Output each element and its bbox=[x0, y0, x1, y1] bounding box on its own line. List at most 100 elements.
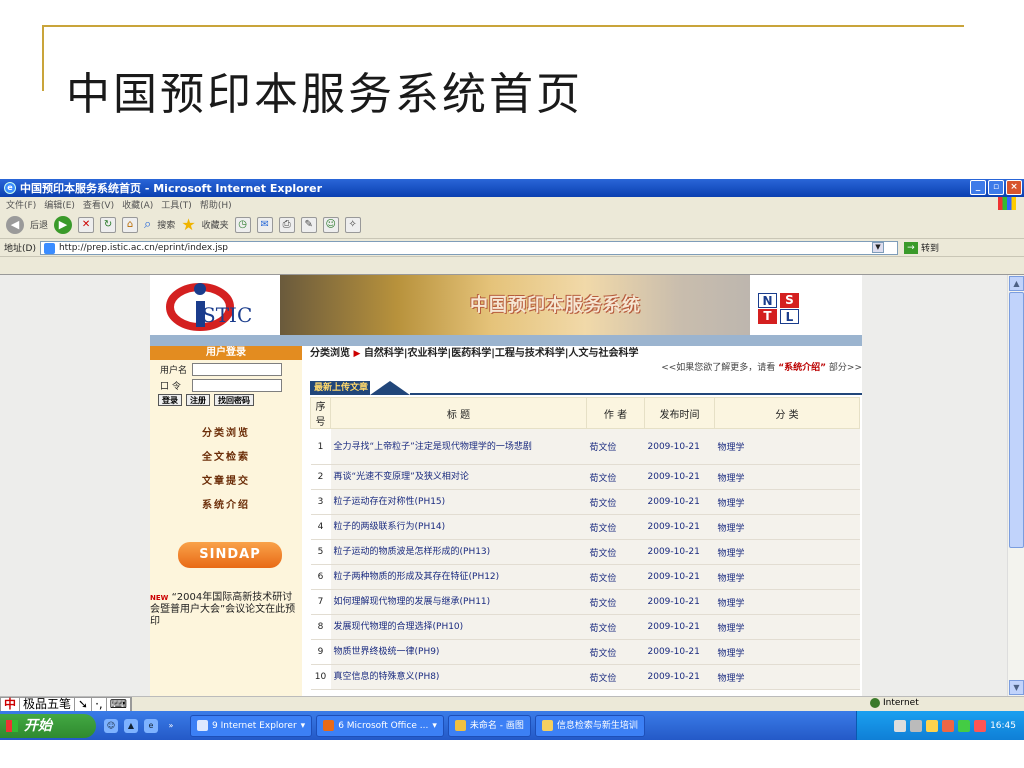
table-row[interactable]: 7 如何理解现代物理的发展与继承(PH11) 荀文俭 2009-10-21 物理学 bbox=[310, 589, 860, 615]
table-row[interactable]: 10 真空信息的特殊意义(PH8) 荀文俭 2009-10-21 物理学 bbox=[310, 664, 860, 690]
category-links[interactable]: 自然科学|农业科学|医药科学|工程与技术科学|人文与社会科学 bbox=[364, 348, 639, 359]
row-category[interactable]: 物理学 bbox=[714, 639, 860, 665]
table-row[interactable]: 6 粒子两种物质的形成及其存在特征(PH12) 荀文俭 2009-10-21 物理学 bbox=[310, 564, 860, 590]
row-author[interactable]: 荀文俭 bbox=[586, 564, 645, 590]
table-row[interactable]: 5 粒子运动的物质波是怎样形成的(PH13) 荀文俭 2009-10-21 物理学 bbox=[310, 539, 860, 565]
quicklaunch-user-icon[interactable]: ☺ bbox=[104, 718, 118, 733]
menu-file[interactable]: 文件(F) bbox=[6, 198, 36, 211]
ime-name[interactable]: 极品五笔 bbox=[20, 697, 76, 711]
vertical-scrollbar[interactable]: ▲ ▼ bbox=[1007, 275, 1024, 696]
menu-view[interactable]: 查看(V) bbox=[83, 198, 114, 211]
task-ie[interactable]: 9 Internet Explorer ▾ bbox=[190, 714, 313, 737]
row-author[interactable]: 荀文俭 bbox=[586, 639, 645, 665]
close-button[interactable]: × bbox=[1006, 180, 1022, 195]
row-category[interactable]: 物理学 bbox=[714, 428, 860, 465]
forward-icon[interactable]: ▶ bbox=[54, 215, 73, 234]
scroll-thumb[interactable] bbox=[1009, 292, 1024, 548]
row-title-link[interactable]: 粒子运动存在对称性(PH15) bbox=[330, 489, 587, 515]
row-author[interactable]: 荀文俭 bbox=[586, 589, 645, 615]
row-title-link[interactable]: 真空信息的特殊意义(PH8) bbox=[330, 664, 587, 690]
edit-icon[interactable]: ✎ bbox=[300, 216, 317, 233]
row-author[interactable]: 荀文俭 bbox=[586, 514, 645, 540]
recover-password-button[interactable]: 找回密码 bbox=[214, 394, 254, 406]
sindap-button[interactable]: SINDAP bbox=[178, 542, 282, 568]
search-icon[interactable]: ⌕ bbox=[144, 217, 151, 232]
network-tray-icon[interactable] bbox=[926, 719, 939, 732]
history-icon[interactable]: ◷ bbox=[234, 216, 251, 233]
back-icon[interactable]: ◀ bbox=[6, 215, 24, 234]
scroll-up-icon[interactable]: ▲ bbox=[1009, 276, 1024, 291]
table-row[interactable]: 2 再谈“光速不变原理”及狭义相对论 荀文俭 2009-10-21 物理学 bbox=[310, 464, 860, 490]
start-button[interactable]: 开始 bbox=[0, 713, 96, 738]
quicklaunch-ie-icon[interactable]: e bbox=[144, 718, 158, 733]
home-icon[interactable]: ⌂ bbox=[122, 216, 139, 233]
search-label[interactable]: 搜索 bbox=[157, 218, 175, 231]
messenger-icon[interactable]: ☺ bbox=[322, 216, 339, 233]
row-title-link[interactable]: 全力寻找“上帝粒子”注定是现代物理学的一场悲剧 bbox=[330, 428, 587, 465]
nav-system-intro[interactable]: 系统介绍 bbox=[150, 494, 302, 518]
menu-tools[interactable]: 工具(T) bbox=[161, 198, 192, 211]
row-category[interactable]: 物理学 bbox=[714, 664, 860, 690]
row-title-link[interactable]: 粒子运动的物质波是怎样形成的(PH13) bbox=[330, 539, 587, 565]
row-category[interactable]: 物理学 bbox=[714, 514, 860, 540]
password-input[interactable] bbox=[192, 378, 282, 392]
ime-toolbar[interactable]: 中 极品五笔 ➘ ·, ⌨ bbox=[0, 696, 133, 712]
row-author[interactable]: 荀文俭 bbox=[586, 464, 645, 490]
quicklaunch-more-icon[interactable]: » bbox=[164, 719, 178, 733]
system-intro-link[interactable]: “系统介绍” bbox=[778, 363, 826, 373]
scroll-down-icon[interactable]: ▼ bbox=[1009, 680, 1024, 695]
row-author[interactable]: 荀文俭 bbox=[586, 539, 645, 565]
row-category[interactable]: 物理学 bbox=[714, 614, 860, 640]
row-title-link[interactable]: 粒子的两级联系行为(PH14) bbox=[330, 514, 587, 540]
row-title-link[interactable]: 如何理解现代物理的发展与继承(PH11) bbox=[330, 589, 587, 615]
table-row[interactable]: 8 发展现代物理的合理选择(PH10) 荀文俭 2009-10-21 物理学 bbox=[310, 614, 860, 640]
messenger-tray-icon[interactable] bbox=[942, 719, 955, 732]
quicklaunch-triangle-icon[interactable]: ▲ bbox=[124, 718, 138, 733]
row-category[interactable]: 物理学 bbox=[714, 564, 860, 590]
row-title-link[interactable]: 物质世界终极统一律(PH9) bbox=[330, 639, 587, 665]
row-author[interactable]: 荀文俭 bbox=[586, 614, 645, 640]
task-office[interactable]: 6 Microsoft Office ... ▾ bbox=[316, 714, 444, 737]
row-author[interactable]: 荀文俭 bbox=[586, 428, 645, 465]
favorites-icon[interactable]: ★ bbox=[181, 215, 195, 234]
nav-submit-article[interactable]: 文章提交 bbox=[150, 470, 302, 494]
task-folder[interactable]: 信息检索与新生培训 bbox=[534, 714, 645, 737]
maximize-button[interactable]: ▫ bbox=[988, 180, 1004, 195]
menu-favorites[interactable]: 收藏(A) bbox=[122, 198, 153, 211]
ime-keyboard-icon[interactable]: ⌨ bbox=[107, 697, 132, 711]
volume-tray-icon[interactable] bbox=[910, 719, 923, 732]
refresh-icon[interactable]: ↻ bbox=[100, 216, 117, 233]
favorites-label[interactable]: 收藏夹 bbox=[202, 218, 229, 231]
nav-fulltext-search[interactable]: 全文检索 bbox=[150, 446, 302, 470]
table-row[interactable]: 9 物质世界终极统一律(PH9) 荀文俭 2009-10-21 物理学 bbox=[310, 639, 860, 665]
keyboard-tray-icon[interactable] bbox=[894, 719, 907, 732]
print-icon[interactable]: ⎙ bbox=[278, 216, 295, 233]
ime-fullwidth-icon[interactable]: ➘ bbox=[75, 697, 93, 711]
row-category[interactable]: 物理学 bbox=[714, 464, 860, 490]
row-category[interactable]: 物理学 bbox=[714, 539, 860, 565]
address-dropdown-icon[interactable]: ▼ bbox=[872, 242, 884, 253]
table-row[interactable]: 1 全力寻找“上帝粒子”注定是现代物理学的一场悲剧 荀文俭 2009-10-21 物理学 bbox=[310, 428, 860, 465]
row-title-link[interactable]: 再谈“光速不变原理”及狭义相对论 bbox=[330, 464, 587, 490]
mail-icon[interactable]: ✉ bbox=[256, 216, 273, 233]
register-button[interactable]: 注册 bbox=[186, 394, 210, 406]
row-category[interactable]: 物理学 bbox=[714, 489, 860, 515]
login-button[interactable]: 登录 bbox=[158, 394, 182, 406]
menu-help[interactable]: 帮助(H) bbox=[200, 198, 232, 211]
go-button[interactable]: → 转到 bbox=[903, 241, 939, 254]
table-row[interactable]: 4 粒子的两级联系行为(PH14) 荀文俭 2009-10-21 物理学 bbox=[310, 514, 860, 540]
username-input[interactable] bbox=[192, 362, 282, 376]
minimize-button[interactable]: _ bbox=[970, 180, 986, 195]
security-tray-icon[interactable] bbox=[974, 719, 987, 732]
back-label[interactable]: 后退 bbox=[30, 218, 48, 231]
tools-icon[interactable]: ✧ bbox=[344, 216, 361, 233]
row-title-link[interactable]: 粒子两种物质的形成及其存在特征(PH12) bbox=[330, 564, 587, 590]
nav-browse-categories[interactable]: 分类浏览 bbox=[150, 422, 302, 446]
ime-punct-icon[interactable]: ·, bbox=[92, 697, 107, 711]
menu-edit[interactable]: 编辑(E) bbox=[44, 198, 75, 211]
antivirus-tray-icon[interactable] bbox=[958, 719, 971, 732]
row-category[interactable]: 物理学 bbox=[714, 589, 860, 615]
table-row[interactable]: 3 粒子运动存在对称性(PH15) 荀文俭 2009-10-21 物理学 bbox=[310, 489, 860, 515]
stop-icon[interactable]: ✕ bbox=[78, 216, 95, 233]
row-author[interactable]: 荀文俭 bbox=[586, 489, 645, 515]
